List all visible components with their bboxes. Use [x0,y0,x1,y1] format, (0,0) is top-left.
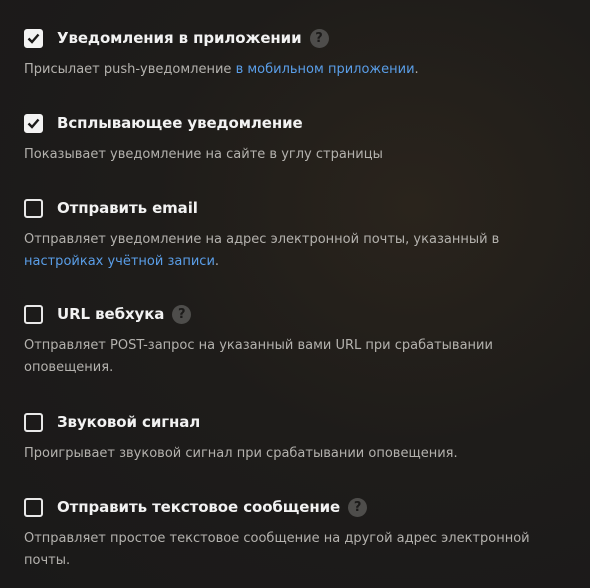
check-icon [27,118,40,129]
help-icon[interactable]: ? [309,28,329,48]
help-icon[interactable]: ? [348,497,368,517]
option-popup-notification: Всплывающее уведомление Показывает уведо… [24,111,564,166]
option-sound-signal: Звуковой сигнал Проигрывает звуковой сиг… [24,410,564,465]
text-message-label: Отправить текстовое сообщение [57,498,341,516]
popup-notification-checkbox[interactable] [24,113,43,133]
webhook-url-label: URL вебхука [57,305,165,323]
send-email-label: Отправить email [57,199,198,217]
text-message-description: Отправляет простое текстовое сообщение н… [24,531,530,568]
sound-signal-label: Звуковой сигнал [57,413,201,431]
option-text-message: Отправить текстовое сообщение ? Отправля… [24,495,564,572]
option-send-email: Отправить email Отправляет уведомление н… [24,196,564,273]
mobile-app-link[interactable]: в мобильном приложении [236,62,415,77]
sound-signal-description: Проигрывает звуковой сигнал при срабатыв… [24,446,458,461]
popup-notification-description: Показывает уведомление на сайте в углу с… [24,147,383,162]
popup-notification-label: Всплывающее уведомление [57,114,303,132]
option-webhook-url: URL вебхука ? Отправляет POST-запрос на … [24,302,564,379]
send-email-checkbox[interactable] [24,198,43,218]
check-icon [27,33,40,44]
webhook-url-description: Отправляет POST-запрос на указанный вами… [24,338,493,375]
notification-settings-panel: Уведомления в приложении ? Присылает pus… [0,0,590,588]
sound-signal-checkbox[interactable] [24,412,43,432]
send-email-description: Отправляет уведомление на адрес электрон… [24,232,500,269]
text-message-checkbox[interactable] [24,497,43,517]
app-notifications-checkbox[interactable] [24,28,43,48]
account-settings-link[interactable]: настройках учётной записи [24,254,215,269]
app-notifications-description: Присылает push-уведомление в мобильном п… [24,62,419,77]
help-icon[interactable]: ? [172,304,192,324]
webhook-url-checkbox[interactable] [24,304,43,324]
app-notifications-label: Уведомления в приложении [57,29,302,47]
option-app-notifications: Уведомления в приложении ? Присылает pus… [24,26,564,81]
